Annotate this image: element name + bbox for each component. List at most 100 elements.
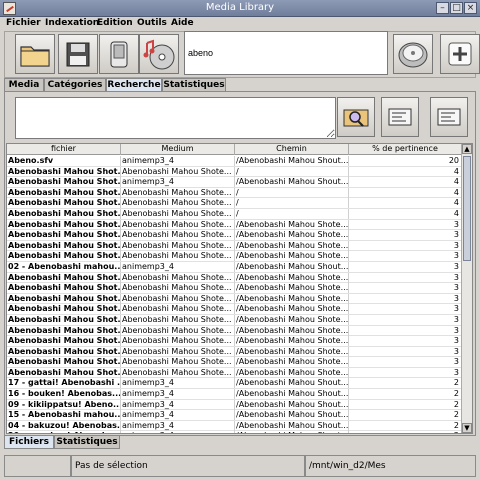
table-row[interactable]: 20 - yoggi no! Abenoba...animemp3_4/Aben…: [7, 431, 462, 433]
search-input[interactable]: [184, 31, 388, 75]
table-row[interactable]: 02 - Abenobashi mahou... animemp3_4/Abeno…: [7, 261, 462, 273]
table-row[interactable]: 15 - Abenobashi mahou... animemp3_4/Abeno…: [7, 410, 462, 421]
table-row[interactable]: Abenobashi Mahou Shot... Abenobashi Mahou…: [7, 293, 462, 305]
cell-pertinence: 3: [349, 251, 462, 262]
cell-medium: Abenobashi Mahou Shote...: [121, 304, 235, 315]
cell-fichier: Abenobashi Mahou Shot...: [8, 304, 121, 315]
save-button[interactable]: [58, 34, 98, 74]
menu-edition[interactable]: Edition: [97, 18, 133, 28]
tab-fichiers[interactable]: Fichiers: [4, 436, 54, 449]
cell-fichier: Abenobashi Mahou Shot...: [8, 198, 121, 209]
cell-chemin: /Abenobashi Mahou Shote...: [236, 251, 349, 262]
scroll-thumb[interactable]: [463, 156, 471, 261]
cell-medium: Abenobashi Mahou Shote...: [121, 346, 235, 357]
cell-pertinence: 4: [349, 198, 462, 209]
list-icon: [437, 108, 461, 126]
cell-medium: animemp3_4: [121, 420, 235, 431]
cell-pertinence: 3: [349, 336, 462, 347]
window-title: Media Library: [205, 2, 275, 13]
table-row[interactable]: Abenobashi Mahou Shot... Abenobashi Mahou…: [7, 325, 462, 337]
cell-medium: Abenobashi Mahou Shote...: [121, 198, 235, 209]
cell-medium: animemp3_4: [121, 399, 235, 410]
menu-indexation[interactable]: Indexation: [45, 18, 99, 28]
cell-medium: Abenobashi Mahou Shote...: [121, 230, 235, 241]
column-header-chemin[interactable]: Chemin: [235, 144, 349, 155]
cell-medium: Abenobashi Mahou Shote...: [121, 367, 235, 378]
open-folder-button[interactable]: [15, 34, 55, 74]
query-textarea[interactable]: [15, 97, 336, 139]
table-row[interactable]: 04 - bakuzou! Abenobas... animemp3_4/Aben…: [7, 420, 462, 432]
column-header-medium[interactable]: Medium: [121, 144, 235, 155]
cell-pertinence: 2: [349, 399, 462, 410]
cell-chemin: /Abenobashi Mahou Shote...: [236, 336, 349, 347]
cell-pertinence: 3: [349, 240, 462, 251]
cell-pertinence: 3: [349, 304, 462, 315]
folder-icon: [20, 46, 50, 67]
tab-statistiques[interactable]: Statistiques: [162, 78, 226, 92]
menu-aide[interactable]: Aide: [171, 18, 194, 28]
close-button[interactable]: ×: [464, 2, 477, 14]
table-row[interactable]: Abenobashi Mahou Shot... Abenobashi Mahou…: [7, 251, 462, 262]
add-button[interactable]: [440, 34, 480, 74]
menu-outils[interactable]: Outils: [137, 18, 167, 28]
cell-chemin: /: [235, 166, 349, 177]
cell-pertinence: 3: [349, 272, 462, 283]
cell-fichier: Abenobashi Mahou Shot...: [8, 187, 121, 198]
results-table[interactable]: fichier Medium Chemin % de pertinence Ab…: [6, 143, 473, 434]
tab-bottom-statistiques[interactable]: Statistiques: [54, 436, 120, 449]
plus-icon: [448, 42, 472, 66]
cell-pertinence: 3: [349, 357, 462, 368]
cell-pertinence: 2: [349, 378, 462, 389]
tab-recherche[interactable]: Recherche: [106, 78, 162, 92]
tab-categories[interactable]: Catégories: [44, 78, 106, 92]
table-row[interactable]: Abenobashi Mahou Shot... Abenobashi Mahou…: [7, 314, 462, 326]
menu-fichier[interactable]: Fichier: [6, 18, 41, 28]
table-row[interactable]: Abenobashi Mahou Shot... Abenobashi Mahou…: [7, 219, 462, 231]
table-row[interactable]: Abenobashi Mahou Shot... Abenobashi Mahou…: [7, 304, 462, 315]
table-row[interactable]: Abenobashi Mahou Shot... Abenobashi Mahou…: [7, 283, 462, 294]
table-row[interactable]: Abenobashi Mahou Shot... Abenobashi Mahou…: [7, 166, 462, 178]
list-options-button[interactable]: [381, 97, 419, 137]
table-row[interactable]: Abeno.sfv animemp3_4/Abenobashi Mahou Sho…: [7, 156, 462, 167]
table-row[interactable]: 16 - bouken! Abenobas... animemp3_4/Abeno…: [7, 389, 462, 400]
cell-pertinence: 4: [349, 177, 462, 188]
table-row[interactable]: Abenobashi Mahou Shot... Abenobashi Mahou…: [7, 272, 462, 284]
vertical-scrollbar[interactable]: ▲ ▼: [461, 144, 472, 433]
disc-drive-button[interactable]: [393, 34, 433, 74]
table-row[interactable]: Abenobashi Mahou Shot... Abenobashi Mahou…: [7, 336, 462, 347]
device-button[interactable]: [99, 34, 139, 74]
scroll-down-icon[interactable]: ▼: [462, 423, 472, 433]
table-row[interactable]: 17 - gattai! Abenobashi ... animemp3_4/Ab…: [7, 378, 462, 390]
cell-fichier: Abenobashi Mahou Shot...: [8, 336, 121, 347]
cell-chemin: /Abenobashi Mahou Shote...: [236, 325, 349, 336]
menu-bar: Fichier Indexation Edition Outils Aide: [0, 17, 480, 30]
list-settings-button[interactable]: [430, 97, 468, 137]
table-row[interactable]: 09 - kikiippatsu! Abeno... animemp3_4/Abe…: [7, 399, 462, 411]
cell-chemin: /Abenobashi Mahou Shote...: [236, 272, 349, 283]
cell-pertinence: 2: [349, 431, 462, 433]
table-row[interactable]: Abenobashi Mahou Shot... Abenobashi Mahou…: [7, 367, 462, 379]
browse-button[interactable]: [337, 97, 375, 137]
table-row[interactable]: Abenobashi Mahou Shot... Abenobashi Mahou…: [7, 198, 462, 209]
table-row[interactable]: Abenobashi Mahou Shot... Abenobashi Mahou…: [7, 240, 462, 252]
column-header-pertinence[interactable]: % de pertinence: [349, 144, 462, 155]
table-row[interactable]: Abenobashi Mahou Shot... Abenobashi Mahou…: [7, 187, 462, 199]
cell-fichier: 02 - Abenobashi mahou...: [8, 261, 121, 272]
table-row[interactable]: Abenobashi Mahou Shot... Abenobashi Mahou…: [7, 346, 462, 358]
search-folder-icon: [343, 109, 369, 127]
maximize-button[interactable]: □: [450, 2, 463, 14]
cell-chemin: /Abenobashi Mahou Shote...: [236, 283, 349, 294]
cell-fichier: 09 - kikiippatsu! Abeno...: [8, 399, 121, 410]
cell-pertinence: 3: [349, 367, 462, 378]
column-header-fichier[interactable]: fichier: [7, 144, 121, 155]
table-row[interactable]: Abenobashi Mahou Shot... Abenobashi Mahou…: [7, 208, 462, 220]
scroll-up-icon[interactable]: ▲: [462, 144, 472, 154]
table-row[interactable]: Abenobashi Mahou Shot... Abenobashi Mahou…: [7, 357, 462, 368]
table-row[interactable]: Abenobashi Mahou Shot... Abenobashi Mahou…: [7, 230, 462, 241]
cell-pertinence: 4: [349, 166, 462, 177]
tab-media[interactable]: Media: [4, 78, 44, 92]
cell-pertinence: 3: [349, 293, 462, 304]
cd-music-button[interactable]: [139, 34, 179, 74]
minimize-button[interactable]: –: [436, 2, 449, 14]
table-row[interactable]: Abenobashi Mahou Shot... animemp3_4/Abeno…: [7, 177, 462, 188]
